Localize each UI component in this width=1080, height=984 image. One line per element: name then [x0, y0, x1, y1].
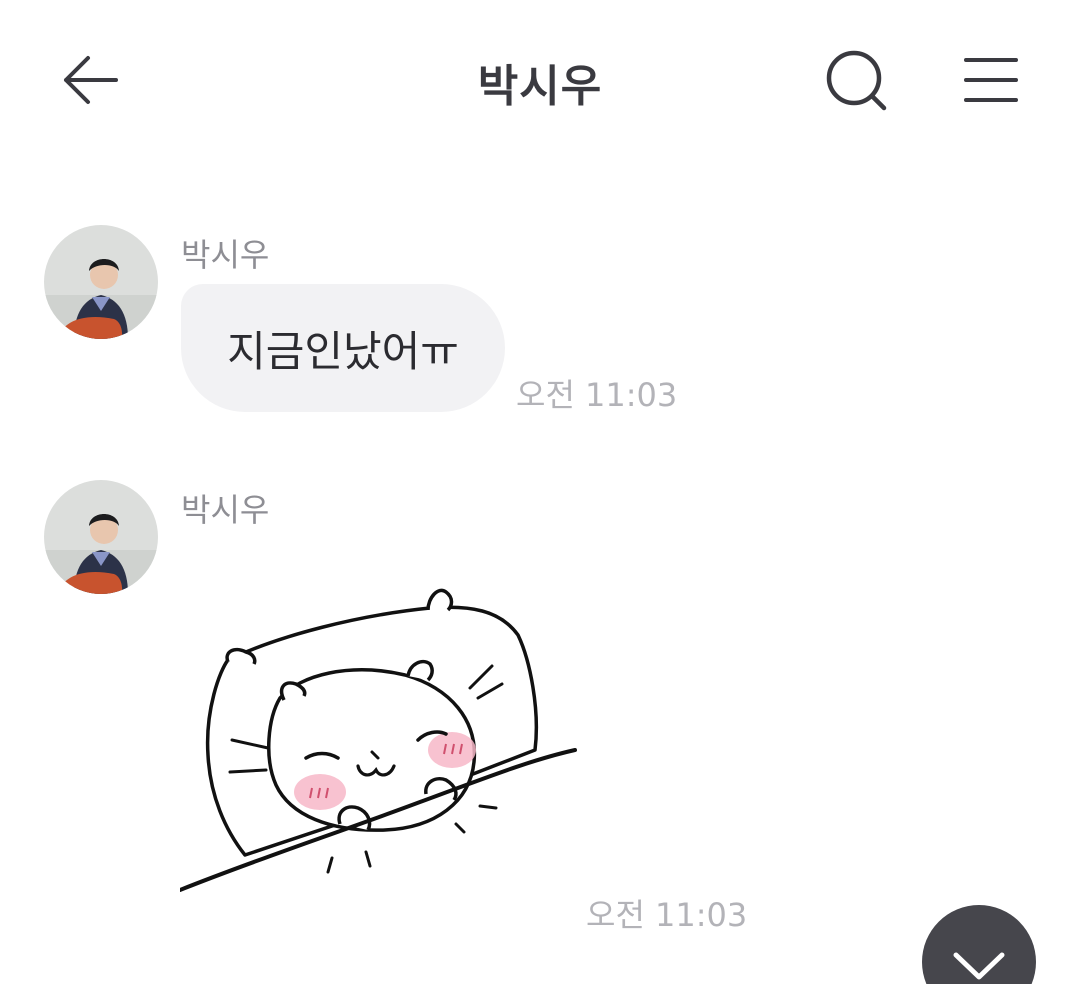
- profile-photo: [44, 225, 158, 339]
- menu-button[interactable]: [958, 52, 1024, 108]
- sender-avatar[interactable]: [44, 480, 158, 594]
- chat-header: 박시우: [0, 0, 1080, 160]
- chat-title: 박시우: [477, 61, 603, 112]
- hamburger-menu-icon: [964, 58, 1018, 102]
- sender-name: 박시우: [181, 491, 270, 529]
- sender-avatar[interactable]: [44, 225, 158, 339]
- message-text: 지금인났어ㅠ: [227, 326, 459, 376]
- scroll-to-bottom-button[interactable]: [922, 905, 1036, 984]
- message-timestamp: 오전 11:03: [586, 896, 748, 934]
- sender-name: 박시우: [181, 236, 270, 274]
- search-icon: [826, 50, 887, 111]
- sleeping-cat-sticker[interactable]: [178, 580, 580, 900]
- message-timestamp: 오전 11:03: [516, 376, 678, 414]
- arrow-left-icon: [64, 56, 118, 104]
- back-button[interactable]: [58, 48, 124, 112]
- search-button[interactable]: [822, 48, 892, 114]
- message-bubble[interactable]: 지금인났어ㅠ: [181, 284, 505, 412]
- profile-photo: [44, 480, 158, 594]
- chevron-down-icon: [953, 952, 1005, 980]
